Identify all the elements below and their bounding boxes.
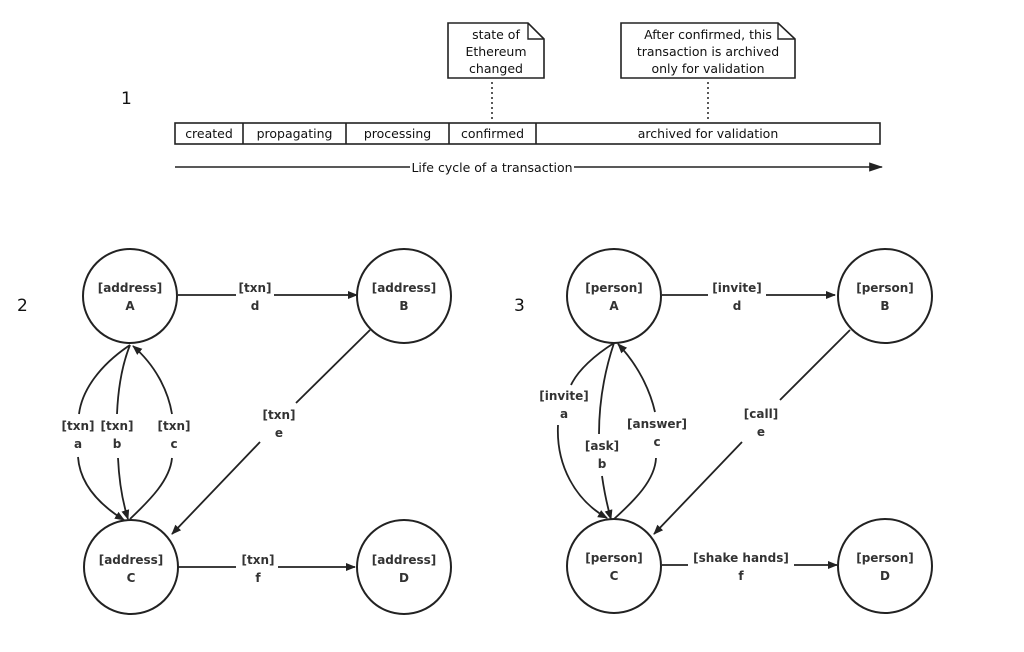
node-A: [person] A: [566, 248, 662, 344]
stage-processing: processing: [364, 126, 431, 141]
edge-b-label: [txn]: [101, 419, 134, 433]
node-C-type: [person]: [585, 551, 643, 565]
edge-a-label: [txn]: [62, 419, 95, 433]
stage-created: created: [185, 126, 233, 141]
node-A-type: [address]: [98, 281, 163, 295]
edge-d-label: [invite]: [712, 281, 761, 295]
edge-e: [653, 441, 743, 535]
node-B: [person] B: [837, 248, 933, 344]
stage-confirmed: confirmed: [461, 126, 524, 141]
edge-c-bottom: [129, 457, 173, 520]
node-B-type: [address]: [372, 281, 437, 295]
edge-a-top: [78, 344, 131, 415]
edge-b-id: b: [598, 457, 607, 471]
edge-e: [171, 441, 261, 535]
node-B: [address] B: [356, 248, 452, 344]
node-D-type: [address]: [372, 553, 437, 567]
node-D: [person] D: [837, 518, 933, 614]
edge-b: [117, 457, 130, 520]
edge-c-label: [answer]: [627, 417, 687, 431]
node-C-name: C: [127, 571, 136, 585]
section-number-2: 2: [17, 296, 28, 316]
note-1-line-1: state of: [472, 27, 520, 42]
graph-person: [invite] d [invite] a [ask] b [answer] c…: [539, 248, 933, 614]
section-number-3: 3: [514, 296, 525, 316]
lifecycle-bar: created propagating processing confirmed…: [174, 122, 881, 145]
note-state-changed: state of Ethereum changed: [447, 22, 545, 122]
node-A-name: A: [125, 299, 135, 313]
node-D: [address] D: [356, 519, 452, 615]
note-2-line-3: only for validation: [651, 61, 764, 76]
edge-d-label: [txn]: [239, 281, 272, 295]
node-B-name: B: [399, 299, 408, 313]
edge-a-label: [invite]: [539, 389, 588, 403]
edge-c-id: c: [170, 437, 177, 451]
note-1-line-2: Ethereum: [465, 44, 526, 59]
node-A-name: A: [609, 299, 619, 313]
node-A: [address] A: [82, 248, 178, 344]
note-1-line-3: changed: [469, 61, 523, 76]
node-C-type: [address]: [99, 553, 164, 567]
edge-b: [601, 475, 613, 520]
edge-b-top: [598, 342, 615, 435]
lifecycle-axis: Life cycle of a transaction: [175, 160, 884, 175]
edge-a-id: a: [74, 437, 82, 451]
edge-e-top: [295, 329, 371, 404]
node-A-type: [person]: [585, 281, 643, 295]
edge-d-id: d: [733, 299, 742, 313]
edge-e-top: [779, 329, 851, 401]
node-C-name: C: [610, 569, 619, 583]
edge-e-label: [txn]: [263, 408, 296, 422]
graph-address: [txn] d [txn] a [txn] b [txn] c [txn] e …: [62, 248, 452, 615]
edge-e-label: [call]: [744, 407, 778, 421]
edge-d-id: d: [251, 299, 260, 313]
node-D-name: D: [399, 571, 409, 585]
stage-propagating: propagating: [257, 126, 333, 141]
node-D-type: [person]: [856, 551, 914, 565]
edge-e-id: e: [757, 425, 765, 439]
node-B-type: [person]: [856, 281, 914, 295]
note-archived: After confirmed, this transaction is arc…: [620, 22, 796, 122]
edge-a: [77, 456, 125, 521]
stage-archived: archived for validation: [638, 126, 779, 141]
edge-c: [617, 343, 656, 413]
edge-e-id: e: [275, 426, 283, 440]
edge-f-label: [txn]: [242, 553, 275, 567]
section-number-1: 1: [121, 89, 132, 109]
edge-f-id: f: [738, 569, 744, 583]
node-C: [address] C: [83, 519, 179, 615]
node-B-name: B: [880, 299, 889, 313]
edge-c-id: c: [653, 435, 660, 449]
axis-label: Life cycle of a transaction: [411, 160, 572, 175]
edge-c: [132, 345, 173, 415]
diagram-canvas: 1 created propagating processing confirm…: [17, 22, 933, 615]
edge-a-id: a: [560, 407, 568, 421]
node-D-name: D: [880, 569, 890, 583]
note-2-line-2: transaction is archived: [637, 44, 779, 59]
note-2-line-1: After confirmed, this: [644, 27, 772, 42]
edge-b-top: [116, 344, 131, 415]
edge-c-label: [txn]: [158, 419, 191, 433]
edge-f-id: f: [255, 571, 261, 585]
edge-f-label: [shake hands]: [693, 551, 789, 565]
edge-c-bottom: [613, 457, 657, 520]
node-C: [person] C: [566, 518, 662, 614]
edge-b-id: b: [113, 437, 122, 451]
edge-b-label: [ask]: [585, 439, 619, 453]
